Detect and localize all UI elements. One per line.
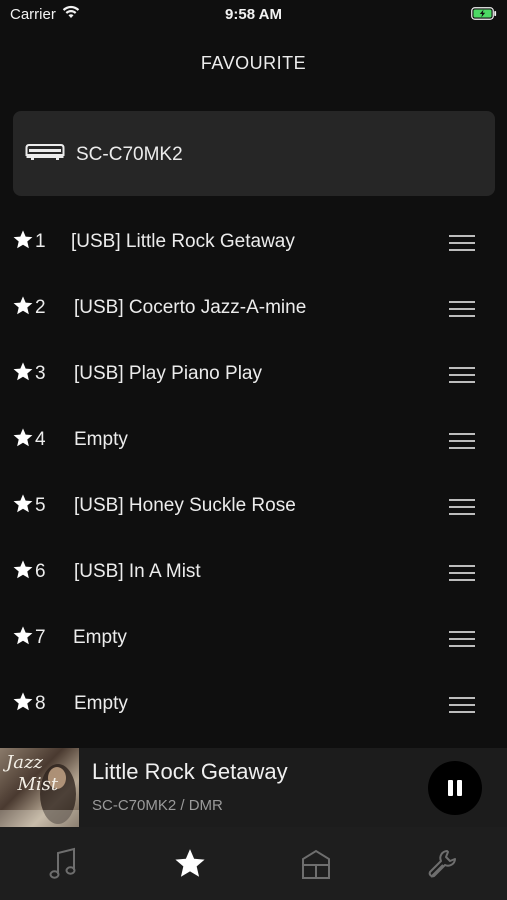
drag-handle-icon[interactable] xyxy=(449,631,475,647)
favourite-number: 1 xyxy=(35,231,46,252)
favourite-title: [USB] Little Rock Getaway xyxy=(71,231,295,252)
favourite-item[interactable]: 4 Empty xyxy=(0,407,507,473)
page-title: FAVOURITE xyxy=(200,53,307,73)
wrench-icon xyxy=(428,850,456,878)
album-art[interactable]: Jazz Mist xyxy=(0,748,79,827)
star-icon xyxy=(13,362,33,381)
star-icon xyxy=(13,230,33,249)
star-icon xyxy=(175,849,205,877)
drag-handle-icon[interactable] xyxy=(449,499,475,515)
favourite-number: 8 xyxy=(35,693,46,714)
favourite-item[interactable]: 1 [USB] Little Rock Getaway xyxy=(0,209,507,275)
drag-handle-icon[interactable] xyxy=(449,301,475,317)
star-icon xyxy=(13,296,33,315)
tab-home[interactable] xyxy=(252,827,378,900)
drag-handle-icon[interactable] xyxy=(449,433,475,449)
now-playing-bar[interactable]: Jazz Mist Little Rock Getaway SC-C70MK2 … xyxy=(0,748,507,827)
favourite-item[interactable]: 2 [USB] Cocerto Jazz-A-mine xyxy=(0,275,507,341)
favourite-item[interactable]: 8 Empty xyxy=(0,671,507,737)
star-icon xyxy=(13,428,33,447)
now-playing-source: SC-C70MK2 / DMR xyxy=(92,797,223,814)
status-bar: Carrier 9:58 AM xyxy=(0,0,507,28)
favourite-title: Empty xyxy=(73,627,127,648)
favourite-item[interactable]: 6 [USB] In A Mist xyxy=(0,539,507,605)
album-art-lettering: Jazz Mist xyxy=(6,752,59,795)
pause-button[interactable] xyxy=(428,761,482,815)
favourite-number: 7 xyxy=(35,627,46,648)
favourites-list: 1 [USB] Little Rock Getaway 2 [USB] Coce… xyxy=(0,209,507,737)
music-note-icon xyxy=(49,847,76,879)
favourite-number: 4 xyxy=(35,429,46,450)
favourite-number: 2 xyxy=(35,297,46,318)
tab-favourite[interactable] xyxy=(126,827,252,900)
drag-handle-icon[interactable] xyxy=(449,565,475,581)
pause-icon-bar xyxy=(457,780,462,796)
favourite-number: 5 xyxy=(35,495,46,516)
device-name: SC-C70MK2 xyxy=(76,144,183,165)
pause-icon-bar xyxy=(448,780,453,796)
now-playing-title: Little Rock Getaway xyxy=(92,759,288,784)
tab-music[interactable] xyxy=(0,827,126,900)
drag-handle-icon[interactable] xyxy=(449,367,475,383)
favourite-number: 3 xyxy=(35,363,46,384)
status-time: 9:58 AM xyxy=(225,6,282,23)
tab-settings[interactable] xyxy=(378,827,504,900)
favourite-title: [USB] Play Piano Play xyxy=(74,363,262,384)
favourite-number: 6 xyxy=(35,561,46,582)
favourite-item[interactable]: 7 Empty xyxy=(0,605,507,671)
battery-charging-icon xyxy=(471,7,497,25)
star-icon xyxy=(13,692,33,711)
favourite-title: [USB] In A Mist xyxy=(74,561,201,582)
tab-bar xyxy=(0,827,507,900)
stereo-device-icon xyxy=(25,142,65,167)
favourite-title: Empty xyxy=(74,429,128,450)
device-selector[interactable]: SC-C70MK2 xyxy=(13,111,495,196)
favourite-title: Empty xyxy=(74,693,128,714)
star-icon xyxy=(13,494,33,513)
favourite-title: [USB] Cocerto Jazz-A-mine xyxy=(74,297,307,318)
star-icon xyxy=(13,626,33,645)
favourite-item[interactable]: 3 [USB] Play Piano Play xyxy=(0,341,507,407)
favourite-title: [USB] Honey Suckle Rose xyxy=(74,495,296,516)
star-icon xyxy=(13,560,33,579)
drag-handle-icon[interactable] xyxy=(449,235,475,251)
favourite-item[interactable]: 5 [USB] Honey Suckle Rose xyxy=(0,473,507,539)
drag-handle-icon[interactable] xyxy=(449,697,475,713)
home-icon xyxy=(302,849,330,879)
